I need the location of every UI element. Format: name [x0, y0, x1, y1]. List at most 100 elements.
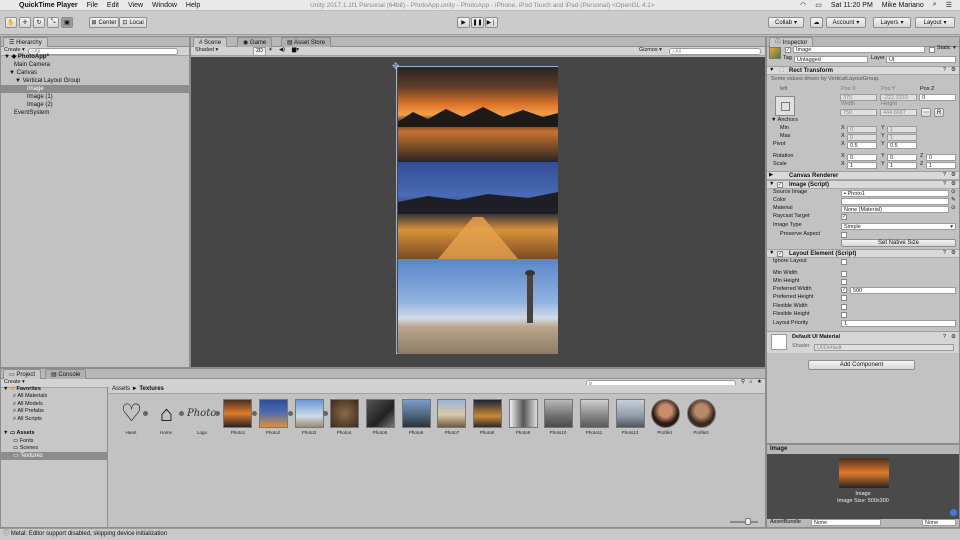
texture-profile2[interactable]	[687, 399, 716, 428]
gizmos-dropdown[interactable]: Gizmos ▾	[639, 47, 662, 54]
help-icon[interactable]: ?	[943, 67, 946, 74]
foldout-arrow-icon[interactable]: ▼	[769, 181, 774, 188]
menu-file[interactable]: File	[87, 2, 98, 9]
raycast-checkbox[interactable]: ✓	[841, 214, 847, 220]
pos-x-field[interactable]: 375	[840, 94, 877, 101]
clock[interactable]: Sat 11:20 PM	[831, 2, 873, 9]
pause-button[interactable]: ❚❚	[471, 17, 484, 28]
preferred-width-field[interactable]: 500	[850, 287, 956, 294]
tab-project[interactable]: ▭ Project	[3, 369, 42, 379]
help-icon[interactable]: ?	[943, 181, 946, 188]
hand-tool-icon[interactable]: ✋	[5, 17, 17, 28]
foldout-arrow-icon[interactable]: ▼	[769, 67, 774, 74]
texture-photo12[interactable]	[616, 399, 645, 428]
scene-image-sunset[interactable]	[398, 67, 558, 162]
texture-photo8[interactable]	[473, 399, 502, 428]
texture-photo10[interactable]	[544, 399, 573, 428]
width-field[interactable]: 750	[840, 109, 877, 116]
texture-photo11[interactable]	[580, 399, 609, 428]
gear-icon[interactable]: ⚙	[951, 67, 956, 74]
menu-view[interactable]: View	[128, 2, 143, 9]
pos-z-field[interactable]: 0	[919, 94, 956, 101]
add-component-button[interactable]: Add Component	[808, 360, 915, 370]
expand-sprite-icon[interactable]	[179, 411, 184, 416]
collab-button[interactable]: Collab ▾	[768, 17, 804, 28]
texture-photo2[interactable]	[259, 399, 288, 428]
anchors-foldout[interactable]: ▼ Anchors	[771, 117, 798, 124]
tree-item-main-camera[interactable]: Main Camera	[1, 61, 50, 69]
texture-photo1[interactable]	[223, 399, 252, 428]
tag-dropdown[interactable]: Untagged	[794, 56, 868, 63]
texture-photo4[interactable]	[330, 399, 359, 428]
texture-photo3[interactable]	[295, 399, 324, 428]
asset-bundle-dropdown[interactable]: None	[811, 519, 881, 526]
tree-item-canvas[interactable]: ▼ Canvas	[1, 69, 37, 77]
min-y-field[interactable]: 1	[887, 126, 917, 133]
gear-icon[interactable]: ⚙	[951, 172, 956, 179]
raw-edit-button[interactable]: R	[934, 108, 944, 117]
help-icon[interactable]: ?	[943, 172, 946, 179]
gear-icon[interactable]: ⚙	[951, 181, 956, 188]
thumbnail-size-slider[interactable]	[730, 518, 758, 525]
texture-heart[interactable]: ♡	[117, 399, 146, 428]
project-create-button[interactable]: Create ▾	[4, 379, 25, 386]
flexible-height-checkbox[interactable]	[841, 312, 847, 318]
tree-item-vertical-layout-group[interactable]: ▼ Vertical Layout Group	[1, 77, 80, 85]
tree-item-image[interactable]: Image	[1, 85, 189, 93]
texture-profile1[interactable]	[651, 399, 680, 428]
scene-viewport[interactable]: ✥	[191, 57, 765, 367]
set-native-size-button[interactable]: Set Native Size	[841, 239, 956, 247]
source-image-field[interactable]: ▪ Photo1	[841, 190, 949, 197]
rect-transform-header[interactable]: Rect Transform	[767, 66, 959, 75]
2d-toggle[interactable]: 2D	[253, 47, 267, 56]
expand-sprite-icon[interactable]	[143, 411, 148, 416]
tab-hierarchy[interactable]: ☰ Hierarchy	[3, 37, 48, 47]
rect-tool-icon[interactable]: ▣	[61, 17, 73, 28]
scale-y-field[interactable]: 1	[887, 162, 917, 169]
texture-photo5[interactable]	[366, 399, 395, 428]
texture-photo9[interactable]	[509, 399, 538, 428]
rotation-y-field[interactable]: 0	[887, 154, 917, 161]
layout-button[interactable]: Layout ▾	[915, 17, 955, 28]
rotate-tool-icon[interactable]: ↻	[33, 17, 45, 28]
ignore-layout-checkbox[interactable]	[841, 259, 847, 265]
slider-thumb[interactable]	[745, 518, 751, 525]
foldout-arrow-icon[interactable]: ▶	[769, 172, 773, 179]
preserve-checkbox[interactable]	[841, 232, 847, 238]
object-picker-icon[interactable]: ⊙	[951, 189, 956, 196]
pos-y-field[interactable]: -222.3333	[880, 94, 917, 101]
wifi-icon[interactable]: ◠	[800, 1, 806, 9]
asset-folder-scenes[interactable]: ▭ Scenes	[13, 445, 38, 452]
max-y-field[interactable]: 1	[887, 134, 917, 141]
layout-enabled-checkbox[interactable]: ✓	[777, 251, 783, 257]
active-checkbox[interactable]: ✓	[785, 47, 791, 53]
assets-header[interactable]: ▼ ▭ Assets	[3, 430, 35, 437]
texture-photo7[interactable]	[437, 399, 466, 428]
pivot-center-button[interactable]: ⊞ Center	[89, 17, 119, 28]
scale-tool-icon[interactable]: ⤡	[47, 17, 59, 28]
layers-button[interactable]: Layers ▾	[873, 17, 911, 28]
expand-sprite-icon[interactable]	[323, 411, 328, 416]
breadcrumb-leaf[interactable]: Textures	[139, 386, 164, 392]
texture-photo6[interactable]	[402, 399, 431, 428]
menu-app[interactable]: QuickTime Player	[19, 2, 78, 9]
scale-x-field[interactable]: 1	[847, 162, 877, 169]
rotation-x-field[interactable]: 0	[847, 154, 877, 161]
menu-edit[interactable]: Edit	[107, 2, 119, 9]
static-dropdown-icon[interactable]: ▾	[953, 45, 956, 52]
foldout-arrow-icon[interactable]: ▼	[769, 250, 774, 257]
lighting-icon[interactable]: ☀	[268, 47, 273, 54]
scale-z-field[interactable]: 1	[926, 162, 956, 169]
tree-item-scene[interactable]: ▼ ◆ PhotoApp*	[1, 53, 189, 61]
breadcrumb-root[interactable]: Assets	[112, 386, 130, 392]
rotation-z-field[interactable]: 0	[926, 154, 956, 161]
object-name-input[interactable]: Image	[793, 46, 925, 53]
help-icon[interactable]: ?	[943, 334, 946, 341]
selection-handle-icon[interactable]: ✥	[392, 61, 400, 72]
anchor-preset-button[interactable]	[775, 96, 795, 116]
user-name[interactable]: Mike Mariano	[882, 2, 924, 9]
fav-item[interactable]: ⌕ All Models	[13, 401, 43, 408]
shader-dropdown[interactable]: UI/Default	[814, 344, 954, 351]
scene-image-cairn[interactable]	[398, 259, 558, 354]
preview-corner-icon[interactable]	[950, 509, 957, 516]
